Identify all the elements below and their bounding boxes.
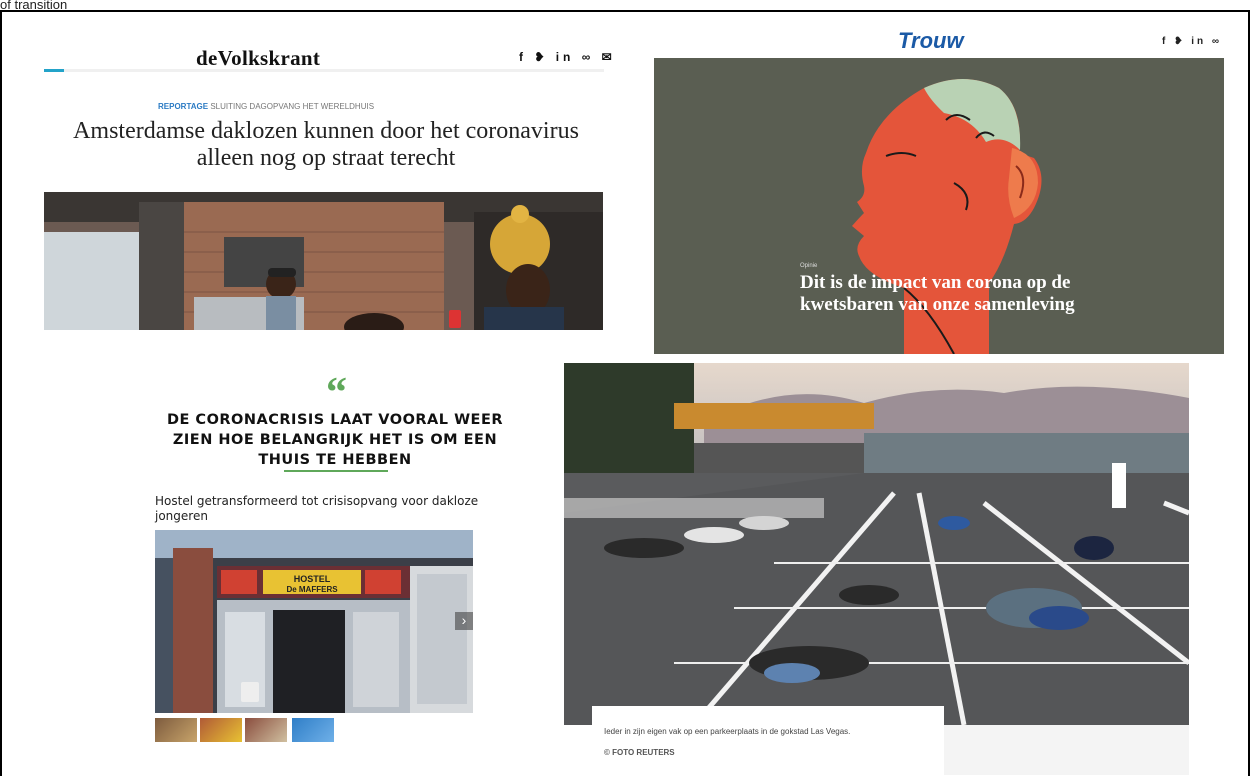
parking-lot-image	[564, 363, 1189, 725]
hostel-headline[interactable]: Hostel getransformeerd tot crisisopvang …	[155, 494, 485, 524]
volkskrant-photo-kitchen	[44, 192, 603, 330]
kitchen-scene-image	[44, 192, 603, 330]
quote-mark-icon: “	[326, 370, 347, 416]
lasvegas-parking-photo	[564, 363, 1189, 725]
hostel-photo: HOSTEL De MAFFERS ›	[155, 530, 473, 713]
gallery-thumbnail-2[interactable]	[200, 718, 242, 742]
volkskrant-logo[interactable]: deVolkskrant	[196, 46, 320, 71]
hostel-facade-image: HOSTEL De MAFFERS ›	[155, 530, 473, 713]
volkskrant-share-icons[interactable]: f ❥ in ∞ ✉	[519, 50, 616, 64]
trouw-headline[interactable]: Dit is de impact van corona op de kwetsb…	[800, 272, 1100, 316]
gallery-thumbnail-3[interactable]	[245, 718, 287, 742]
gallery-thumbnail-4[interactable]	[292, 718, 334, 742]
trouw-logo[interactable]: Trouw	[898, 28, 964, 54]
photo-credit: © FOTO REUTERS	[604, 748, 675, 757]
volkskrant-kicker: REPORTAGE SLUITING DAGOPVANG HET WERELDH…	[158, 102, 374, 111]
trouw-illustration-panel: Opinie Dit is de impact van corona op de…	[654, 58, 1224, 354]
trouw-share-icons[interactable]: f ❥ in ∞	[1162, 36, 1222, 47]
volkskrant-accent-bar	[44, 69, 64, 72]
volkskrant-header-rule	[44, 69, 604, 72]
trouw-kicker: Opinie	[800, 263, 818, 269]
kicker-text: SLUITING DAGOPVANG HET WERELDHUIS	[210, 102, 375, 111]
kicker-label[interactable]: REPORTAGE	[158, 102, 208, 111]
hostel-sign-text-2: De MAFFERS	[286, 585, 338, 594]
carousel-next-icon[interactable]: ›	[462, 612, 467, 628]
volkskrant-headline[interactable]: Amsterdamse daklozen kunnen door het cor…	[56, 118, 596, 172]
photo-caption: Ieder in zijn eigen vak op een parkeerpl…	[604, 727, 851, 736]
caption-card	[592, 706, 944, 772]
quote-rule	[284, 470, 388, 472]
pull-quote: DE CORONACRISIS LAAT VOORAL WEER ZIEN HO…	[166, 412, 504, 468]
hostel-sign-text: HOSTEL	[294, 574, 331, 584]
gallery-thumbnail-1[interactable]	[155, 718, 197, 742]
caption-strip	[944, 725, 1189, 775]
